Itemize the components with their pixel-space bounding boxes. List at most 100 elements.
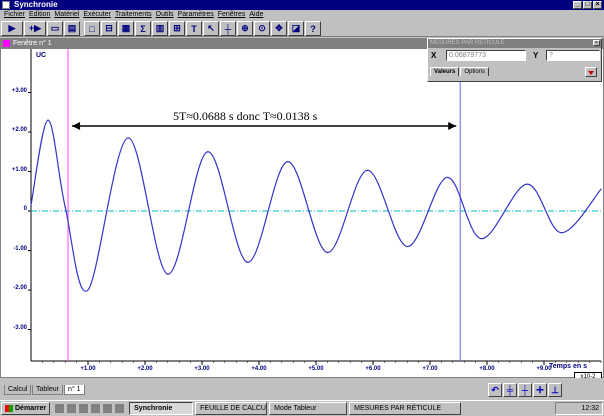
y-value-field[interactable]: ? [546, 50, 600, 61]
crosshair-icon[interactable]: ┼ [220, 21, 236, 36]
menu-fenetres[interactable]: Fenêtres [218, 10, 246, 19]
print-icon[interactable]: ▥ [152, 21, 168, 36]
move-icon[interactable]: ✥ [271, 21, 287, 36]
bottom-tool-icons: ↶ ╪ ┼ ✛ ⊥ [488, 383, 562, 397]
task-mesures-par-reticule[interactable]: MESURES PAR RÉTICULE [349, 402, 462, 415]
y-tick-label: 0 [23, 206, 27, 212]
zoom-fit-icon[interactable]: ⊙ [254, 21, 270, 36]
axis-icon[interactable]: ┼ [518, 383, 532, 397]
menu-fichier[interactable]: Fichier [4, 10, 25, 19]
excel-icon[interactable] [114, 403, 126, 414]
document-window: Fenêtre n° 1 UC 5T≈0.0688 s donc T≈0.013… [0, 38, 604, 382]
tab-window-1[interactable]: n° 1 [64, 385, 85, 395]
task-synchronie[interactable]: Synchronie [129, 402, 194, 415]
cursor-measure-panel: MESURES PAR RÉTICULE × X 0.06879773 Y ? … [427, 38, 602, 82]
bottom-tab-bar: Calcul Tableur n° 1 ↶ ╪ ┼ ✛ ⊥ [0, 378, 604, 400]
tab-tableur[interactable]: Tableur [32, 385, 63, 395]
quick-launch [54, 403, 126, 414]
x-tick-label: +8.00 [479, 366, 495, 372]
cursor-panel-close-button[interactable]: × [593, 40, 600, 46]
cursor-icon[interactable]: ✛ [533, 383, 547, 397]
series-point [127, 137, 129, 139]
text-icon[interactable]: T [186, 21, 202, 36]
pointer-icon[interactable]: ↖ [203, 21, 219, 36]
minimize-button[interactable]: _ [573, 1, 582, 9]
tool-icon[interactable]: ⊞ [169, 21, 185, 36]
chevron-down-icon[interactable] [585, 67, 597, 77]
task-mode-tableur[interactable]: Mode Tableur [269, 402, 348, 415]
menu-traitements[interactable]: Traitements [115, 10, 152, 19]
menu-materiel[interactable]: Matériel [54, 10, 79, 19]
series-point [526, 183, 528, 185]
menu-edition[interactable]: Edition [29, 10, 50, 19]
toolbar: ▶ +▶ ▭ ▤ □ ⊟ ▦ Σ ▥ ⊞ T ↖ ┼ ⊕ ⊙ ✥ ◪ ? [0, 20, 604, 37]
browser-icon[interactable] [66, 403, 78, 414]
series-point [406, 245, 408, 248]
start-button[interactable]: Démarrer [1, 402, 51, 415]
series-point [366, 169, 368, 171]
add-acquire-icon[interactable]: +▶ [24, 21, 46, 36]
y-tick-label: -2.00 [13, 285, 27, 291]
desktop-icon[interactable] [54, 403, 66, 414]
series-point [207, 151, 209, 153]
series-point [446, 176, 448, 179]
y-tick-label: +1.00 [11, 166, 27, 173]
plot-area[interactable]: UC 5T≈0.0688 s donc T≈0.0138 s Temps en … [1, 49, 603, 382]
x-tick-label: +4.00 [251, 366, 267, 372]
open-icon[interactable]: ▭ [47, 21, 63, 36]
word-icon[interactable] [102, 403, 114, 414]
app-icon [2, 1, 10, 9]
acquire-icon[interactable]: ▶ [1, 21, 23, 36]
help-icon[interactable]: ? [305, 21, 321, 36]
measure-icon[interactable]: ◪ [288, 21, 304, 36]
document-title: Fenêtre n° 1 [13, 40, 52, 47]
period-arrow-left-head [72, 122, 81, 130]
window-icon[interactable]: □ [84, 21, 100, 36]
close-button[interactable]: × [593, 1, 602, 9]
period-annotation: 5T≈0.0688 s donc T≈0.0138 s [173, 109, 318, 123]
x-value-label: X [431, 51, 437, 60]
calc-icon[interactable]: ▦ [118, 21, 134, 36]
scale-icon[interactable]: ⊥ [548, 383, 562, 397]
series-point [247, 261, 249, 263]
menu-aide[interactable]: Aide [249, 10, 263, 19]
tab-valeurs[interactable]: Valeurs [430, 67, 460, 76]
menu-parametres[interactable]: Paramètres [178, 10, 214, 19]
save-icon[interactable]: ▤ [64, 21, 80, 36]
series-point [167, 273, 169, 275]
tab-options[interactable]: Options [460, 67, 490, 76]
chart-svg[interactable] [1, 49, 603, 377]
maximize-button[interactable]: □ [583, 1, 592, 9]
y-tick-label: +2.00 [11, 127, 27, 133]
window2-icon[interactable]: ⊟ [101, 21, 117, 36]
tab-calcul[interactable]: Calcul [4, 385, 32, 395]
x-tick-label: +6.00 [365, 366, 381, 372]
undo-icon[interactable]: ↶ [488, 383, 502, 397]
menu-executer[interactable]: Exécuter [83, 10, 111, 19]
cursor-panel-title-text: MESURES PAR RÉTICULE [430, 40, 505, 46]
series-point [87, 289, 89, 291]
start-label: Démarrer [15, 405, 47, 412]
menu-outils[interactable]: Outils [156, 10, 174, 19]
task-feuille-de-calcul[interactable]: FEUILLE DE CALCUL [195, 402, 268, 415]
menu-bar: Fichier Edition Matériel Exécuter Traite… [0, 10, 604, 19]
series-line-1 [30, 119, 602, 292]
explorer-icon[interactable] [90, 403, 102, 414]
x-value-field[interactable]: 0.06879773 [446, 50, 526, 61]
sigma-icon[interactable]: Σ [135, 21, 151, 36]
windows-logo-icon [5, 405, 13, 412]
y-tick-label: -1.00 [13, 245, 27, 252]
mail-icon[interactable] [78, 403, 90, 414]
taskbar: Démarrer Synchronie FEUILLE DE CALCUL Mo… [0, 400, 604, 416]
window-controls: _ □ × [573, 1, 602, 9]
x-tick-label: +5.00 [308, 366, 324, 372]
series-point [560, 232, 562, 234]
x-tick-label: +3.00 [194, 366, 210, 372]
series-point [286, 161, 289, 163]
x-tick-label: +1.00 [80, 366, 96, 372]
curve-label: UC [36, 52, 47, 59]
grid-icon[interactable]: ╪ [503, 383, 517, 397]
series-point [600, 188, 602, 190]
zoom-icon[interactable]: ⊕ [237, 21, 253, 36]
x-tick-label: +2.00 [137, 366, 153, 372]
